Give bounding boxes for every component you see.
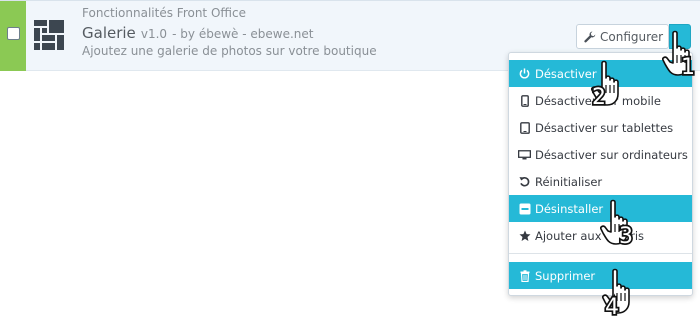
step-number-4: 4 — [605, 295, 619, 318]
mobile-icon — [518, 94, 531, 107]
hand-pointer-icon: 1 — [662, 30, 697, 80]
power-icon — [518, 68, 531, 79]
module-author: - by ébewè - ebewe.net — [172, 27, 314, 41]
step-number-1: 1 — [681, 55, 695, 80]
menu-divider — [509, 253, 692, 254]
module-category: Fonctionnalités Front Office — [82, 6, 246, 20]
menu-item-disable-desktop[interactable]: Désactiver sur ordinateurs — [509, 141, 692, 168]
minus-icon — [518, 203, 531, 215]
tablet-icon — [518, 121, 531, 134]
module-description: Ajoutez une galerie de photos sur votre … — [82, 44, 377, 58]
star-icon — [518, 230, 531, 242]
menu-item-label: Désactiver — [535, 66, 597, 81]
hand-pointer-icon: 3 — [600, 199, 635, 249]
configure-button[interactable]: Configurer — [576, 24, 669, 49]
menu-item-label: Désactiver sur ordinateurs — [535, 147, 688, 162]
step-number-2: 2 — [592, 85, 606, 110]
trash-icon — [518, 269, 531, 282]
menu-item-label: Désinstaller — [535, 201, 604, 216]
menu-item-reset[interactable]: Réinitialiser — [509, 168, 692, 195]
step-number-3: 3 — [619, 224, 633, 249]
menu-item-disable-tablet[interactable]: Désactiver sur tablettes — [509, 114, 692, 141]
module-name: Galerie — [82, 24, 136, 42]
wrench-icon — [584, 31, 596, 42]
menu-item-delete[interactable]: Supprimer — [509, 262, 692, 289]
configure-label: Configurer — [600, 29, 664, 44]
menu-item-label: Désactiver sur tablettes — [535, 120, 674, 135]
desktop-icon — [518, 149, 531, 161]
hand-pointer-icon: 2 — [591, 60, 619, 110]
module-version: v1.0 — [140, 27, 168, 41]
module-title-line: Galerie v1.0 - by ébewè - ebewe.net — [82, 23, 313, 42]
gallery-module-logo — [34, 20, 64, 50]
module-select-checkbox[interactable] — [7, 27, 20, 40]
hand-pointer-icon: 4 — [602, 268, 630, 318]
reset-icon — [518, 176, 531, 187]
menu-item-label: Réinitialiser — [535, 174, 603, 189]
menu-item-label: Supprimer — [535, 268, 596, 283]
